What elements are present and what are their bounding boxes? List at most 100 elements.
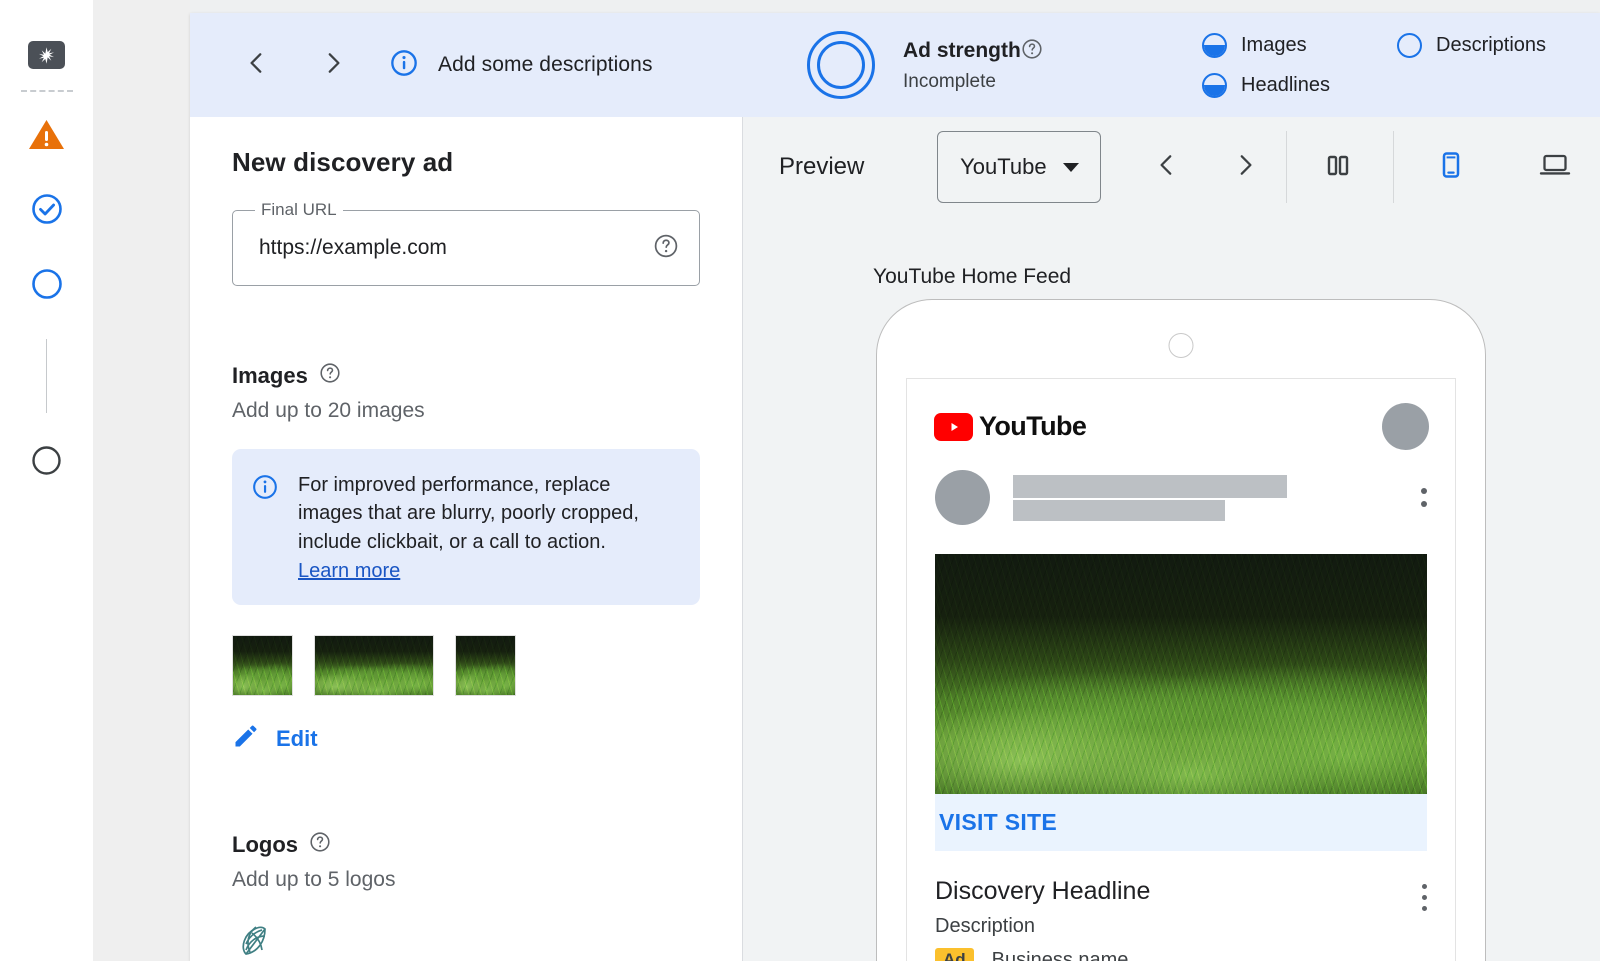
- visit-site-label: VISIT SITE: [939, 809, 1058, 835]
- mobile-preview-button[interactable]: [1424, 140, 1478, 194]
- help-circle-icon[interactable]: [319, 362, 341, 389]
- banner-next-button[interactable]: [312, 44, 354, 86]
- legend-item-headlines: Headlines: [1202, 65, 1397, 105]
- help-circle-icon[interactable]: [1021, 38, 1043, 65]
- legend-label-images: Images: [1241, 33, 1307, 56]
- leaf-logo-icon[interactable]: [232, 920, 274, 961]
- edit-images-button[interactable]: Edit: [232, 722, 700, 755]
- placeholder-text-lines: [1013, 474, 1287, 521]
- preview-toolbar: Preview YouTube: [743, 117, 1600, 217]
- youtube-app-bar: YouTube: [907, 379, 1455, 450]
- help-circle-icon[interactable]: [309, 831, 331, 858]
- visit-site-cta[interactable]: VISIT SITE: [935, 794, 1427, 851]
- split-view-icon: [1323, 150, 1353, 185]
- learn-more-link[interactable]: Learn more: [298, 560, 400, 583]
- ad-preview-meta: Discovery Headline Description Ad Busine…: [935, 877, 1427, 961]
- half-filled-circle-icon: [1202, 32, 1227, 58]
- half-filled-circle-icon: [1202, 72, 1227, 98]
- ad-strength-banner: Add some descriptions Ad strength Incomp…: [190, 13, 1600, 117]
- ad-preview-image: [935, 554, 1427, 794]
- split-view-button[interactable]: [1311, 140, 1365, 194]
- images-notice-text: For improved performance, replace images…: [298, 474, 639, 553]
- final-url-label: Final URL: [255, 200, 343, 220]
- more-options-icon[interactable]: [1421, 488, 1429, 507]
- sparkle-icon: [37, 46, 56, 65]
- youtube-logo: YouTube: [934, 411, 1087, 442]
- ad-description: Description: [935, 915, 1036, 937]
- rail-connector-line: [46, 339, 47, 413]
- preview-prev-button[interactable]: [1146, 146, 1188, 188]
- pencil-icon: [232, 722, 260, 755]
- circle-outline-blue-icon: [31, 269, 63, 304]
- avatar: [935, 470, 990, 525]
- ad-more-options-icon[interactable]: [1422, 877, 1427, 961]
- chevron-right-icon: [1232, 152, 1258, 183]
- preview-next-button[interactable]: [1224, 146, 1266, 188]
- warning-triangle-icon: [28, 120, 65, 155]
- images-subtitle: Add up to 20 images: [232, 399, 425, 422]
- legend-item-images: Images: [1202, 25, 1397, 65]
- page-title: New discovery ad: [232, 147, 454, 177]
- pending-step[interactable]: [31, 445, 62, 481]
- empty-circle-icon: [1397, 32, 1422, 58]
- image-thumbnail[interactable]: [232, 635, 293, 697]
- chevron-left-icon: [244, 50, 270, 81]
- images-notice: For improved performance, replace images…: [232, 449, 700, 606]
- legend-label-headlines: Headlines: [1241, 73, 1330, 96]
- image-thumbnail-list: [232, 635, 700, 697]
- ad-editor-card: Add some descriptions Ad strength Incomp…: [190, 13, 1600, 961]
- desktop-preview-button[interactable]: [1528, 140, 1582, 194]
- legend-item-descriptions: Descriptions: [1397, 25, 1592, 65]
- mobile-device-icon: [1435, 149, 1467, 186]
- status-badge: Ad: [935, 948, 974, 961]
- circle-outline-dark-icon: [31, 446, 62, 480]
- preview-title: Preview: [779, 153, 865, 180]
- ad-form-pane: New discovery ad Final URL https://examp…: [190, 117, 743, 961]
- logos-title: Logos: [232, 831, 298, 857]
- warning-status[interactable]: [28, 118, 65, 156]
- avatar: [1382, 403, 1429, 450]
- feed-post-header: [907, 450, 1455, 525]
- final-url-input[interactable]: https://example.com: [259, 236, 653, 260]
- ad-strength-indicator: Ad strength Incomplete: [807, 13, 1043, 117]
- rail-divider: [20, 90, 73, 92]
- preview-channel-label: YouTube: [960, 154, 1047, 179]
- complete-status[interactable]: [31, 193, 63, 230]
- ad-strength-ring-icon: [807, 31, 875, 99]
- toolbar-divider: [1286, 131, 1288, 203]
- editor-body: New discovery ad Final URL https://examp…: [190, 117, 1600, 961]
- ad-business-name: Business name: [991, 948, 1129, 961]
- preview-pane: Preview YouTube YouTube Home Feed YouTub…: [743, 117, 1600, 961]
- phone-screen: YouTube VISIT SITE Discovery Headline De…: [906, 378, 1456, 961]
- check-circle-icon: [31, 194, 63, 229]
- edit-images-label: Edit: [276, 725, 318, 751]
- chevron-right-icon: [320, 50, 346, 81]
- image-thumbnail[interactable]: [314, 635, 434, 697]
- chevron-down-icon: [1062, 162, 1079, 172]
- youtube-wordmark: YouTube: [979, 411, 1087, 441]
- logos-section: Logos Add up to 5 logos: [232, 831, 700, 961]
- help-circle-icon[interactable]: [653, 233, 679, 264]
- banner-prev-button[interactable]: [236, 44, 278, 86]
- sparkle-badge[interactable]: [28, 41, 65, 69]
- images-title: Images: [232, 362, 308, 388]
- ad-strength-title: Ad strength: [903, 39, 1021, 62]
- final-url-field[interactable]: Final URL https://example.com: [232, 200, 700, 286]
- active-step[interactable]: [31, 268, 63, 305]
- legend-label-descriptions: Descriptions: [1436, 33, 1547, 56]
- banner-message: Add some descriptions: [390, 49, 653, 82]
- feed-context-label: YouTube Home Feed: [873, 265, 1072, 288]
- image-thumbnail[interactable]: [455, 635, 516, 697]
- chevron-left-icon: [1154, 152, 1180, 183]
- logos-subtitle: Add up to 5 logos: [232, 868, 396, 892]
- ad-strength-legend: Images Descriptions Headlines: [1202, 13, 1592, 117]
- info-circle-icon: [252, 474, 278, 583]
- ad-headline: Discovery Headline: [935, 877, 1151, 905]
- phone-camera-dot: [1168, 333, 1194, 358]
- images-section: Images Add up to 20 images For improved …: [232, 362, 700, 755]
- preview-channel-dropdown[interactable]: YouTube: [937, 131, 1102, 203]
- rail-gap: [93, 0, 190, 961]
- ad-strength-status: Incomplete: [903, 70, 996, 92]
- app-root: Add some descriptions Ad strength Incomp…: [0, 0, 1600, 961]
- info-circle-icon: [390, 49, 418, 82]
